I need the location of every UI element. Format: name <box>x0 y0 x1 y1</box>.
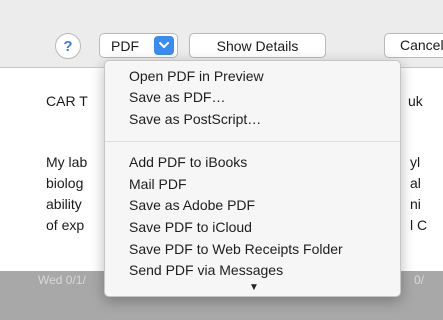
doc-line-right: yl <box>410 154 421 170</box>
doc-line: ability <box>46 196 82 212</box>
show-details-button[interactable]: Show Details <box>189 33 326 58</box>
doc-heading-right: uk <box>408 93 423 109</box>
menu-item-save-to-web-receipts[interactable]: Save PDF to Web Receipts Folder <box>129 240 343 258</box>
doc-footer-right: 0/ <box>414 273 425 287</box>
menu-item-open-in-preview[interactable]: Open PDF in Preview <box>129 67 264 85</box>
doc-line-right: l C <box>410 217 428 233</box>
menu-item-save-as-postscript[interactable]: Save as PostScript… <box>129 110 261 128</box>
doc-line: biolog <box>46 175 84 191</box>
doc-heading: CAR T <box>46 93 88 109</box>
doc-line: of exp <box>46 217 85 233</box>
menu-item-add-to-ibooks[interactable]: Add PDF to iBooks <box>129 153 247 171</box>
print-dialog-bar: ? PDF Show Details Cancel <box>0 0 443 68</box>
scroll-down-arrow-icon[interactable]: ▼ <box>249 282 259 293</box>
help-button[interactable]: ? <box>55 33 81 59</box>
menu-item-save-as-adobe-pdf[interactable]: Save as Adobe PDF <box>129 196 255 214</box>
menu-item-send-via-messages[interactable]: Send PDF via Messages <box>129 261 283 279</box>
menu-item-save-to-icloud[interactable]: Save PDF to iCloud <box>129 218 252 236</box>
pdf-dropdown-menu: Open PDF in Preview Save as PDF… Save as… <box>104 60 401 297</box>
pdf-button-label: PDF <box>111 37 139 54</box>
pdf-menu-button[interactable]: PDF <box>99 33 178 58</box>
doc-line-right: ni <box>410 196 421 212</box>
doc-line-right: al <box>410 175 421 191</box>
menu-separator <box>105 141 400 142</box>
cancel-button[interactable]: Cancel <box>384 33 443 58</box>
doc-line: My lab <box>46 154 88 170</box>
chevron-down-icon <box>154 36 174 55</box>
doc-footer-date: Wed 0/1/ <box>38 273 86 287</box>
menu-item-mail-pdf[interactable]: Mail PDF <box>129 175 187 193</box>
menu-item-save-as-pdf[interactable]: Save as PDF… <box>129 88 225 106</box>
